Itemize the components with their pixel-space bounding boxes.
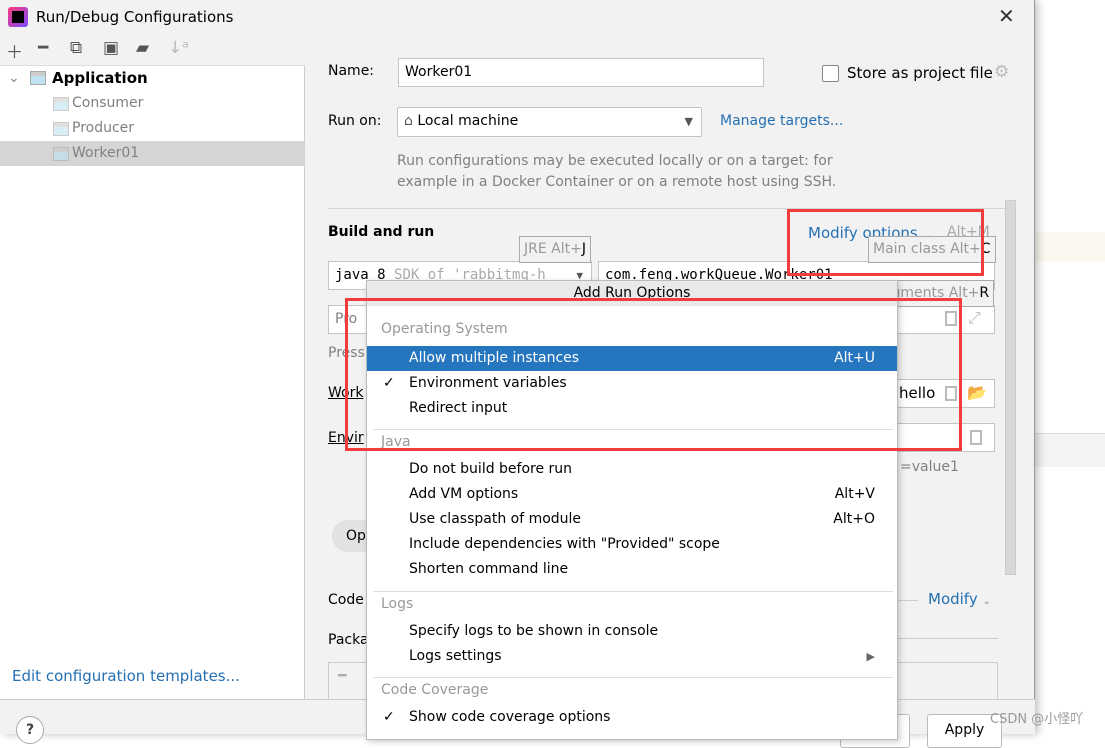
dropdown-arrow-icon: ▼: [684, 115, 693, 128]
annotation-box-modify-options: [787, 209, 984, 276]
minus-icon[interactable]: ━: [38, 38, 48, 58]
new-folder-icon[interactable]: ▰: [136, 38, 149, 58]
build-and-run-heading: Build and run: [328, 224, 435, 240]
divider: [898, 638, 998, 639]
modify-link[interactable]: Modify ⌄: [928, 590, 991, 608]
document-icon[interactable]: [970, 430, 982, 445]
jre-shortcut-tooltip: JRE Alt+J: [519, 236, 591, 263]
menu-item-label: Specify logs to be shown in console: [409, 623, 659, 639]
menu-item-shortcut: Alt+O: [833, 511, 875, 527]
application-icon: [53, 97, 69, 111]
background-editor-band: [1035, 433, 1105, 467]
menu-item-show-code-coverage[interactable]: ✓ Show code coverage options: [367, 705, 897, 730]
annotation-box-operating-system: [345, 298, 962, 451]
code-coverage-label: Code: [328, 592, 364, 608]
menu-item-use-classpath[interactable]: Use classpath of module Alt+O: [367, 507, 897, 532]
scrollbar[interactable]: [1005, 200, 1016, 575]
menu-item-include-provided[interactable]: Include dependencies with "Provided" sco…: [367, 532, 897, 557]
watermark: CSDN @小怪吖: [990, 712, 1084, 727]
tree-item-application[interactable]: ⌄ Application: [0, 66, 305, 91]
save-icon[interactable]: ▣: [103, 38, 119, 58]
menu-item-label: Shorten command line: [409, 561, 569, 577]
checkmark-icon: ✓: [383, 709, 395, 725]
menu-item-label: Use classpath of module: [409, 511, 582, 527]
hint-line-2: example in a Docker Container or on a re…: [397, 174, 837, 190]
application-icon: [53, 147, 69, 161]
modify-label: Modify: [928, 590, 978, 608]
menu-item-specify-logs[interactable]: Specify logs to be shown in console: [367, 619, 897, 644]
config-tree: ⌄ Application Consumer Producer Worker01…: [0, 65, 305, 699]
run-on-select[interactable]: ⌂ Local machine ▼: [397, 107, 702, 137]
run-on-label: Run on:: [328, 113, 382, 129]
menu-item-label: Do not build before run: [409, 461, 573, 477]
menu-item-shortcut: Alt+V: [834, 486, 875, 502]
packages-label: Packa: [328, 632, 369, 648]
store-project-label: Store as project file: [847, 64, 993, 82]
store-project-checkbox[interactable]: [822, 65, 839, 82]
close-icon[interactable]: ✕: [998, 4, 1015, 28]
hint-line-1: Run configurations may be executed local…: [397, 153, 833, 169]
help-icon[interactable]: ?: [16, 716, 44, 744]
dialog-title: Run/Debug Configurations: [36, 8, 234, 26]
section-header: Code Coverage: [381, 682, 489, 698]
tree-item-label: Consumer: [72, 95, 144, 111]
home-icon: ⌂: [404, 113, 413, 129]
background-editor-line: [1035, 232, 1105, 262]
folder-icon[interactable]: 📂: [967, 383, 987, 402]
remove-icon[interactable]: ━: [338, 668, 346, 684]
sort-icon[interactable]: ↓ᵃ: [168, 38, 189, 58]
menu-item-shorten-command-line[interactable]: Shorten command line: [367, 557, 897, 582]
menu-item-label: Logs settings: [409, 648, 502, 664]
gear-icon[interactable]: ⚙: [994, 62, 1009, 82]
environment-hint: =value1: [900, 459, 959, 475]
application-icon: [53, 122, 69, 136]
submenu-arrow-icon: ▶: [866, 650, 875, 663]
plus-icon[interactable]: ＋: [6, 38, 23, 63]
tooltip-key: R: [979, 285, 990, 301]
tree-item-label: Worker01: [72, 145, 140, 161]
chevron-down-icon: ⌄: [982, 596, 991, 607]
tooltip-text: JRE Alt+: [524, 241, 582, 257]
chevron-down-icon[interactable]: ⌄: [8, 66, 20, 91]
tree-item-label: Producer: [72, 120, 135, 136]
menu-item-label: Show code coverage options: [409, 709, 611, 725]
run-on-value: Local machine: [417, 113, 519, 129]
tree-item-worker01[interactable]: Worker01: [0, 141, 305, 166]
tree-item-consumer[interactable]: Consumer: [0, 91, 305, 116]
menu-item-label: Include dependencies with "Provided" sco…: [409, 536, 720, 552]
name-input[interactable]: Worker01: [398, 58, 764, 87]
tooltip-key: J: [581, 241, 586, 257]
edit-templates-link[interactable]: Edit configuration templates...: [12, 667, 240, 685]
menu-item-label: Add VM options: [409, 486, 519, 502]
menu-item-add-vm-options[interactable]: Add VM options Alt+V: [367, 482, 897, 507]
menu-item-do-not-build[interactable]: Do not build before run: [367, 457, 897, 482]
menu-separator: [373, 677, 893, 678]
copy-icon[interactable]: ⧉: [70, 38, 82, 58]
expand-icon[interactable]: ⤢: [968, 308, 981, 328]
divider: [898, 600, 918, 601]
application-icon: [30, 71, 46, 85]
name-label: Name:: [328, 63, 375, 79]
menu-item-logs-settings[interactable]: Logs settings ▶: [367, 644, 897, 669]
tree-item-producer[interactable]: Producer: [0, 116, 305, 141]
section-header: Logs: [381, 596, 414, 612]
menu-separator: [373, 591, 893, 592]
manage-targets-link[interactable]: Manage targets...: [720, 113, 843, 129]
tree-item-label: Application: [52, 69, 148, 87]
intellij-logo-icon: [8, 7, 28, 27]
